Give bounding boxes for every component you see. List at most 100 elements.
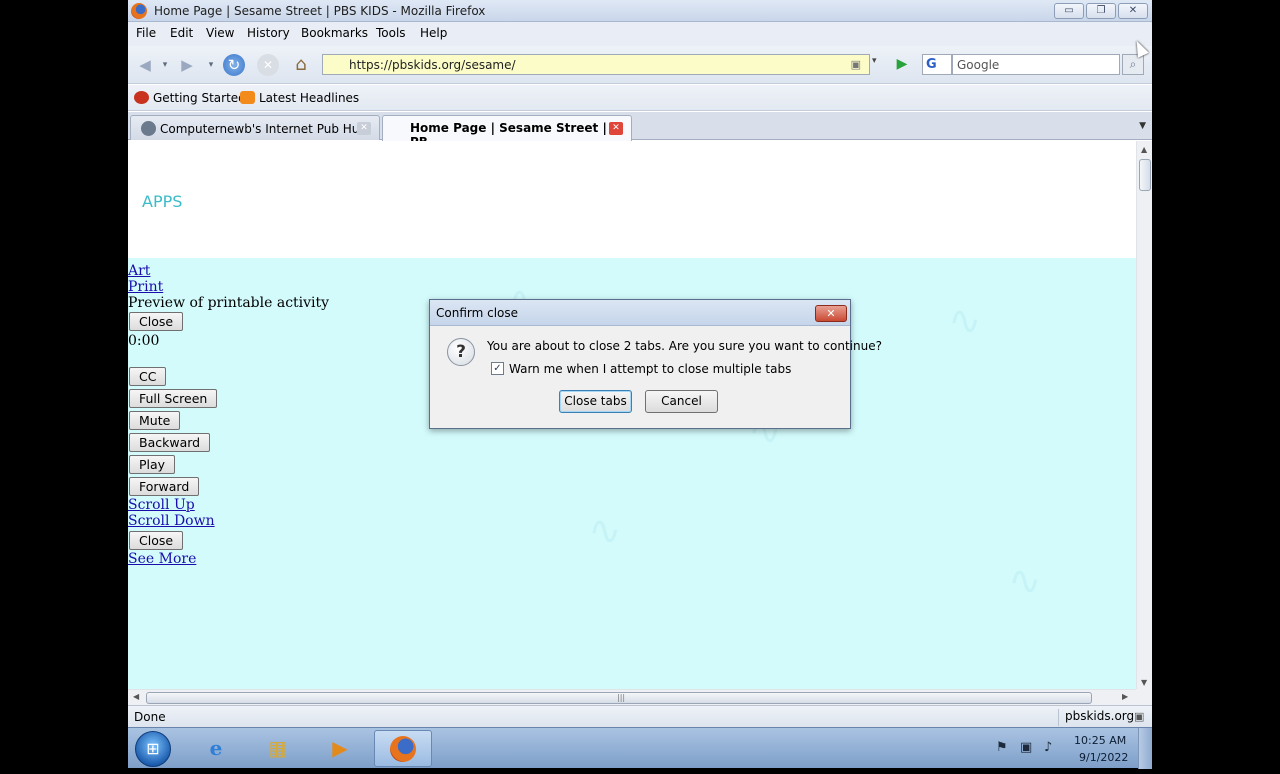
media-player-icon[interactable]: ▶ — [314, 730, 366, 767]
site-favicon-icon — [141, 121, 156, 136]
art-link[interactable]: Art — [128, 263, 150, 279]
vertical-scroll-thumb[interactable] — [1139, 159, 1151, 191]
cc-button[interactable]: CC — [129, 367, 167, 386]
background-swirl-icon: ∿ — [588, 508, 622, 554]
window-title: Home Page | Sesame Street | PBS KIDS - M… — [154, 4, 486, 18]
status-text: Done — [134, 710, 166, 724]
scroll-down-arrow-icon[interactable]: ▼ — [1141, 678, 1147, 687]
dialog-title-bar: Confirm close ✕ — [430, 300, 850, 326]
start-button[interactable]: ⊞ — [135, 731, 171, 767]
scroll-right-arrow-icon[interactable]: ▶ — [1122, 692, 1128, 701]
close-button[interactable]: Close — [129, 531, 184, 550]
background-swirl-icon: ∿ — [1008, 558, 1042, 604]
bookmarks-toolbar: Getting Started Latest Headlines — [128, 85, 1152, 111]
search-engine-selector[interactable]: G — [922, 54, 952, 75]
stop-icon[interactable]: ✕ — [257, 54, 279, 76]
close-button[interactable]: Close — [129, 312, 184, 331]
scroll-down-link[interactable]: Scroll Down — [128, 513, 215, 529]
close-tabs-button[interactable]: Close tabs — [559, 390, 632, 413]
close-tab-icon[interactable]: ✕ — [609, 122, 623, 135]
firefox-icon — [134, 91, 149, 104]
scroll-up-link[interactable]: Scroll Up — [128, 497, 195, 513]
volume-icon[interactable]: ♪ — [1044, 740, 1052, 755]
title-bar: Home Page | Sesame Street | PBS KIDS - M… — [128, 0, 1152, 22]
horizontal-scroll-thumb[interactable]: ||| — [146, 692, 1092, 704]
time-display: 0:00 — [128, 333, 160, 349]
warn-multiple-tabs-checkbox[interactable]: ✓ — [491, 362, 504, 375]
scroll-corner — [1136, 689, 1152, 705]
tab-label: Computernewb's Internet Pub Hub — [160, 122, 367, 136]
tab-list-dropdown-icon[interactable]: ▼ — [1139, 121, 1146, 131]
internet-explorer-icon[interactable]: e — [190, 730, 242, 767]
close-tab-icon[interactable]: ✕ — [357, 122, 371, 135]
status-bar: Done pbskids.org ▣ — [128, 705, 1152, 727]
backward-button[interactable]: Backward — [129, 433, 211, 452]
search-magnifier-icon[interactable]: ⌕ — [1122, 54, 1144, 75]
go-arrow-icon[interactable]: ▶ — [893, 55, 911, 73]
close-window-button[interactable]: ✕ — [1118, 3, 1148, 19]
scroll-up-arrow-icon[interactable]: ▲ — [1141, 145, 1147, 154]
see-more-link[interactable]: See More — [128, 551, 196, 567]
bookmark-label: Getting Started — [153, 91, 246, 105]
bookmark-label: Latest Headlines — [259, 91, 360, 105]
desktop: Home Page | Sesame Street | PBS KIDS - M… — [0, 0, 1280, 769]
network-icon[interactable]: ▣ — [1020, 740, 1032, 755]
site-identity-icon[interactable]: ▣ — [851, 58, 861, 71]
vertical-scrollbar[interactable]: ▲ ▼ — [1136, 141, 1152, 689]
tab-computernewb[interactable]: Computernewb's Internet Pub Hub ✕ — [130, 115, 380, 140]
security-lock-icon[interactable]: ▣ — [1134, 710, 1144, 723]
rss-icon — [240, 91, 255, 104]
clock-date[interactable]: 9/1/2022 — [1079, 751, 1128, 764]
scroll-grip-icon: ||| — [617, 693, 626, 702]
minimize-button[interactable]: ▭ — [1054, 3, 1084, 19]
url-dropdown-icon[interactable]: ▾ — [872, 56, 877, 66]
bookmark-getting-started[interactable]: Getting Started — [134, 91, 246, 105]
mute-button[interactable]: Mute — [129, 411, 181, 430]
background-swirl-icon: ∿ — [948, 298, 982, 344]
menu-help[interactable]: Help — [420, 26, 447, 40]
back-history-dropdown-icon[interactable]: ▾ — [160, 54, 170, 76]
status-domain: pbskids.org — [1058, 709, 1134, 726]
url-bar[interactable]: https://pbskids.org/sesame/ ▣ — [322, 54, 870, 75]
action-center-flag-icon[interactable]: ⚑ — [996, 740, 1008, 755]
taskbar-firefox-button[interactable] — [374, 730, 432, 767]
print-link[interactable]: Print — [128, 279, 163, 295]
reload-icon[interactable]: ↻ — [223, 54, 245, 76]
home-icon[interactable]: ⌂ — [290, 54, 312, 76]
navigation-toolbar: ◀ ▾ ▶ ▾ ↻ ✕ ⌂ https://pbskids.org/sesame… — [128, 46, 1152, 84]
forward-history-dropdown-icon[interactable]: ▾ — [206, 54, 216, 76]
firefox-icon — [390, 736, 416, 762]
fullscreen-button[interactable]: Full Screen — [129, 389, 218, 408]
menu-history[interactable]: History — [247, 26, 290, 40]
forward-arrow-icon[interactable]: ▶ — [176, 54, 198, 76]
bookmark-latest-headlines[interactable]: Latest Headlines — [240, 91, 359, 105]
confirm-close-dialog: Confirm close ✕ ? You are about to close… — [429, 299, 882, 429]
menu-bookmarks[interactable]: Bookmarks — [301, 26, 368, 40]
firefox-icon — [131, 3, 147, 19]
dialog-close-button[interactable]: ✕ — [815, 305, 847, 322]
file-explorer-icon[interactable]: ▦ — [252, 730, 304, 767]
page-header: APPS — [128, 141, 1136, 258]
menu-view[interactable]: View — [206, 26, 234, 40]
question-icon: ? — [447, 338, 475, 366]
menu-tools[interactable]: Tools — [376, 26, 406, 40]
menu-bar: File Edit View History Bookmarks Tools H… — [128, 22, 1152, 63]
maximize-button[interactable]: ❐ — [1086, 3, 1116, 19]
tab-sesame-street[interactable]: Home Page | Sesame Street | PB... ✕ — [382, 115, 632, 149]
scroll-left-arrow-icon[interactable]: ◀ — [133, 692, 139, 701]
tab-strip: Computernewb's Internet Pub Hub ✕ Home P… — [128, 112, 1152, 149]
dialog-title: Confirm close — [436, 306, 519, 320]
taskbar: ⊞ e ▦ ▶ ⚑ ▣ ♪ 10:25 AM 9/1/2022 — [128, 727, 1152, 769]
play-button[interactable]: Play — [129, 455, 176, 474]
back-arrow-icon[interactable]: ◀ — [134, 54, 156, 76]
cancel-button[interactable]: Cancel — [645, 390, 718, 413]
warn-checkbox-label[interactable]: Warn me when I attempt to close multiple… — [509, 362, 791, 376]
preview-text: Preview of printable activity — [128, 295, 330, 311]
search-input[interactable]: Google — [952, 54, 1120, 75]
horizontal-scrollbar[interactable]: ◀ ||| ▶ — [128, 689, 1136, 705]
show-desktop-button[interactable] — [1138, 728, 1152, 769]
menu-file[interactable]: File — [136, 26, 156, 40]
clock-time[interactable]: 10:25 AM — [1074, 734, 1126, 747]
menu-edit[interactable]: Edit — [170, 26, 193, 40]
forward-button[interactable]: Forward — [129, 477, 200, 496]
